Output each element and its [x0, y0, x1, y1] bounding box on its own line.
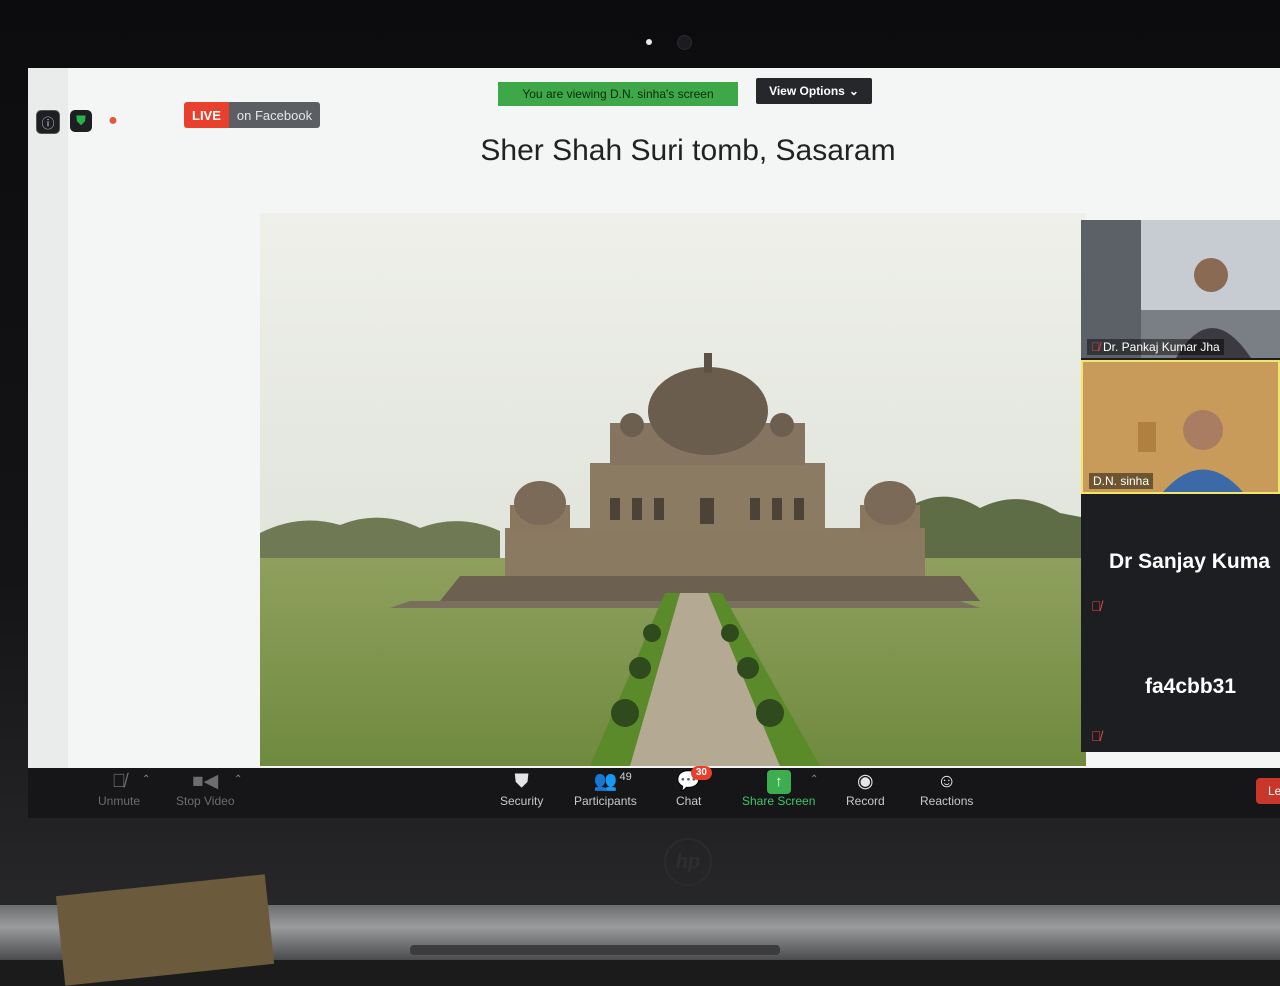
active-speaker-video-tile[interactable]: D.N. sinha: [1081, 360, 1280, 494]
participant-name: D.N. sinha: [1089, 473, 1154, 489]
chevron-up-icon[interactable]: ⌃: [234, 774, 242, 785]
screen-share-banner: You are viewing D.N. sinha's screen: [498, 82, 738, 106]
chat-label: Chat: [676, 794, 702, 808]
stop-video-label: Stop Video: [176, 794, 235, 808]
camera-indicator-icon: [646, 39, 652, 45]
muted-mic-icon: 🎙̸: [1091, 598, 1102, 614]
security-button[interactable]: ⛊ Security: [500, 770, 543, 808]
audio-participant-name: Dr Sanjay Kuma: [1109, 550, 1271, 573]
live-label: LIVE: [184, 102, 229, 128]
chat-bubble-icon: 💬 30: [677, 766, 712, 794]
participants-count: 49: [619, 771, 632, 783]
leave-button[interactable]: Le: [1256, 778, 1280, 804]
record-icon: ◉: [857, 771, 874, 792]
share-arrow-icon: ↑: [766, 770, 791, 794]
muted-mic-icon: 🎙̸: [1091, 728, 1102, 744]
hinge-slot: [410, 945, 780, 955]
meeting-status-icons: ⓘ ⛊ ●: [36, 110, 124, 134]
chat-unread-badge: 30: [690, 766, 712, 780]
meeting-toolbar: 🎙̸ Unmute ⌃ ■◀ Stop Video ⌃ ⛊ Security 👥…: [28, 766, 1280, 818]
reactions-button[interactable]: ☺ Reactions: [920, 770, 973, 808]
stop-video-button[interactable]: ■◀ Stop Video: [176, 770, 235, 808]
share-screen-button[interactable]: ↑ Share Screen: [742, 770, 815, 808]
audio-participant-name: fa4cbb31: [1145, 675, 1237, 698]
record-button[interactable]: ◉ Record: [846, 770, 885, 808]
participant-video-panel: 🎙̸ Dr. Pankaj Kumar Jha D.N. sinha Dr San…: [1081, 220, 1280, 752]
participants-button[interactable]: 👥 49 Participants: [574, 770, 637, 808]
participant-name-text: Dr. Pankaj Kumar Jha: [1103, 340, 1220, 354]
unmute-button[interactable]: 🎙̸ Unmute: [98, 770, 140, 808]
meeting-info-icon[interactable]: ⓘ: [36, 110, 60, 134]
muted-mic-icon: 🎙̸: [111, 771, 127, 792]
zoom-meeting-window: ⓘ ⛊ ● LIVE on Facebook You are viewing D…: [28, 68, 1280, 768]
chevron-up-icon[interactable]: ⌃: [142, 774, 150, 785]
muted-mic-icon: 🎙̸: [1091, 340, 1100, 354]
smiley-plus-icon: ☺: [936, 771, 957, 792]
hp-logo-icon: hp: [664, 838, 712, 886]
chevron-down-icon: ⌄: [848, 84, 859, 98]
chat-button[interactable]: 💬 30 Chat: [676, 766, 712, 808]
participants-label: Participants: [574, 794, 637, 808]
encryption-shield-icon[interactable]: ⛊: [70, 110, 92, 132]
view-options-label: View Options: [769, 84, 845, 98]
tomb-photo: [260, 213, 1086, 766]
security-shield-icon: ⛊: [514, 771, 529, 792]
slide-margin: [28, 68, 68, 768]
webcam-icon: [677, 35, 692, 50]
view-options-button[interactable]: View Options ⌄: [756, 78, 872, 104]
share-screen-label: Share Screen: [742, 794, 816, 808]
chevron-up-icon[interactable]: ⌃: [810, 774, 818, 785]
live-platform-label: on Facebook: [228, 102, 321, 128]
slide-title: Sher Shah Suri tomb, Sasaram: [480, 134, 896, 167]
participants-icon: 👥 49: [593, 771, 632, 792]
video-tile[interactable]: 🎙̸ Dr. Pankaj Kumar Jha: [1081, 220, 1280, 358]
record-label: Record: [846, 794, 885, 808]
reactions-label: Reactions: [920, 794, 974, 808]
recording-indicator-icon: ●: [108, 112, 118, 129]
participant-name-text: D.N. sinha: [1093, 474, 1150, 488]
security-label: Security: [500, 794, 544, 808]
unmute-label: Unmute: [98, 794, 141, 808]
participant-name: 🎙̸ Dr. Pankaj Kumar Jha: [1087, 339, 1224, 355]
live-stream-badge[interactable]: LIVE on Facebook: [184, 102, 321, 128]
video-camera-icon: ■◀: [192, 771, 219, 792]
